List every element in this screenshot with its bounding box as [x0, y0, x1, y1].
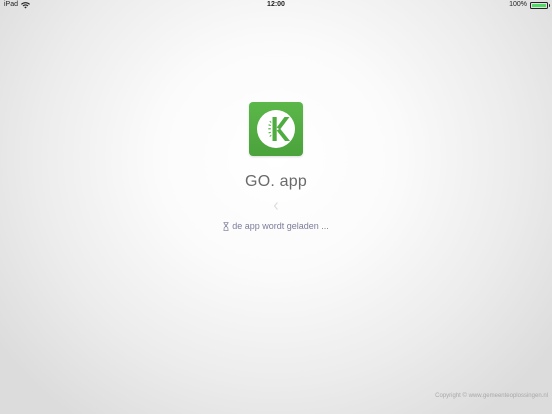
copyright-text: Copyright © www.gemeenteoplossingen.nl [435, 393, 548, 399]
battery-icon [530, 1, 550, 9]
hourglass-icon [223, 221, 229, 231]
battery-percent: 100% [509, 1, 527, 8]
status-bar: iPad 12:00 100% [0, 0, 552, 10]
chevron-left-icon [271, 201, 281, 211]
loading-text: de app wordt geladen ... [232, 221, 329, 231]
status-time: 12:00 [267, 1, 285, 8]
battery-fill [532, 3, 546, 7]
go-app-logo-icon [249, 102, 303, 156]
status-right: 100% [509, 0, 550, 10]
app-title: GO. app [245, 173, 307, 190]
loading-indicator: de app wordt geladen ... [0, 221, 552, 231]
